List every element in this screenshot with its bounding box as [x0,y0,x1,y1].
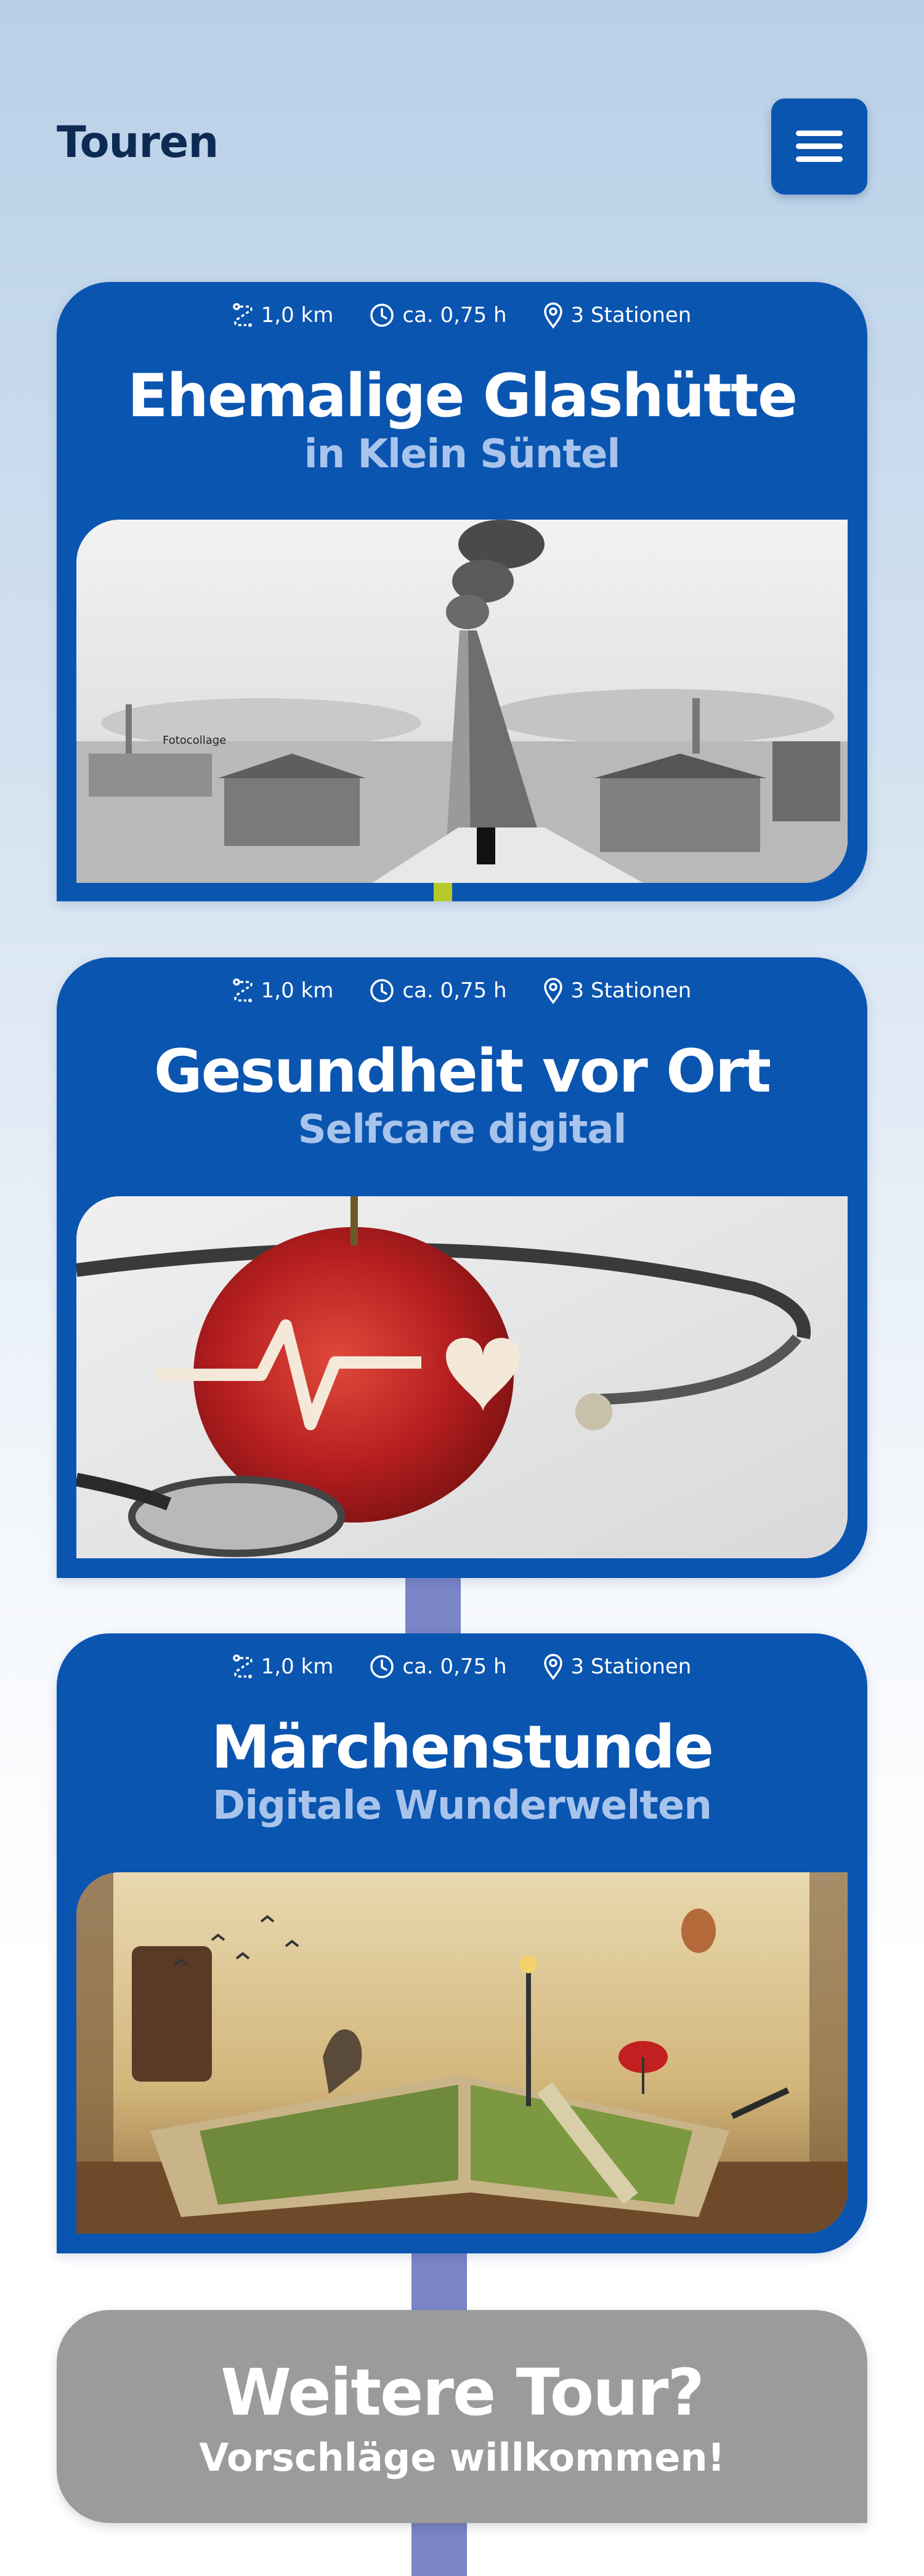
tour-meta: 1,0 km ca. 0,75 h 3 Stationen [57,300,867,330]
tour-stations: 3 Stationen [570,1654,692,1679]
tour-distance: 1,0 km [261,978,334,1003]
tour-duration: ca. 0,75 h [402,303,507,328]
hamburger-icon [796,131,843,162]
tour-distance: 1,0 km [261,303,334,328]
tour-card-glashuette[interactable]: 1,0 km ca. 0,75 h 3 Stationen Ehemalige … [57,282,867,901]
signpost-pole [411,2250,467,2312]
map-pin-icon [543,302,562,329]
menu-button[interactable] [771,99,867,195]
clock-icon [370,304,394,327]
tour-distance: 1,0 km [261,1654,334,1679]
signpost-pole [411,2521,467,2576]
suggest-tour-title: Weitere Tour? [221,2355,705,2430]
signpost-pole [405,1573,461,1635]
tour-image-glassworks: Fotocollage [76,520,848,883]
tour-image-fairytale-book [76,1872,848,2234]
clock-icon [370,979,394,1002]
tour-title: Ehemalige Glashütte [127,361,798,430]
tour-card-gesundheit[interactable]: 1,0 km ca. 0,75 h 3 Stationen Gesundheit… [57,957,867,1578]
route-icon [232,303,253,327]
image-caption: Fotocollage [163,734,227,747]
clock-icon [370,1655,394,1678]
tour-stations: 3 Stationen [570,303,692,328]
tour-stations: 3 Stationen [570,978,692,1003]
tour-meta: 1,0 km ca. 0,75 h 3 Stationen [57,976,867,1005]
tour-image-apple-stethoscope [76,1196,848,1558]
tour-meta: 1,0 km ca. 0,75 h 3 Stationen [57,1652,867,1681]
tour-subtitle: Digitale Wunderwelten [213,1783,712,1829]
route-icon [232,978,253,1002]
tour-duration: ca. 0,75 h [402,978,507,1003]
suggest-tour-card[interactable]: Weitere Tour? Vorschläge willkommen! [57,2310,867,2523]
tour-title: Märchenstunde [211,1713,714,1782]
tour-subtitle: in Klein Süntel [304,432,621,477]
tour-duration: ca. 0,75 h [402,1654,507,1679]
map-pin-icon [543,978,562,1004]
tour-title: Gesundheit vor Ort [153,1037,771,1106]
map-pin-icon [543,1654,562,1680]
suggest-tour-subtitle: Vorschläge willkommen! [199,2435,725,2480]
page-title: Touren [57,117,219,167]
accent-bar [434,883,452,901]
tour-card-maerchenstunde[interactable]: 1,0 km ca. 0,75 h 3 Stationen Märchenstu… [57,1633,867,2253]
tour-subtitle: Selfcare digital [298,1107,627,1153]
route-icon [232,1654,253,1678]
